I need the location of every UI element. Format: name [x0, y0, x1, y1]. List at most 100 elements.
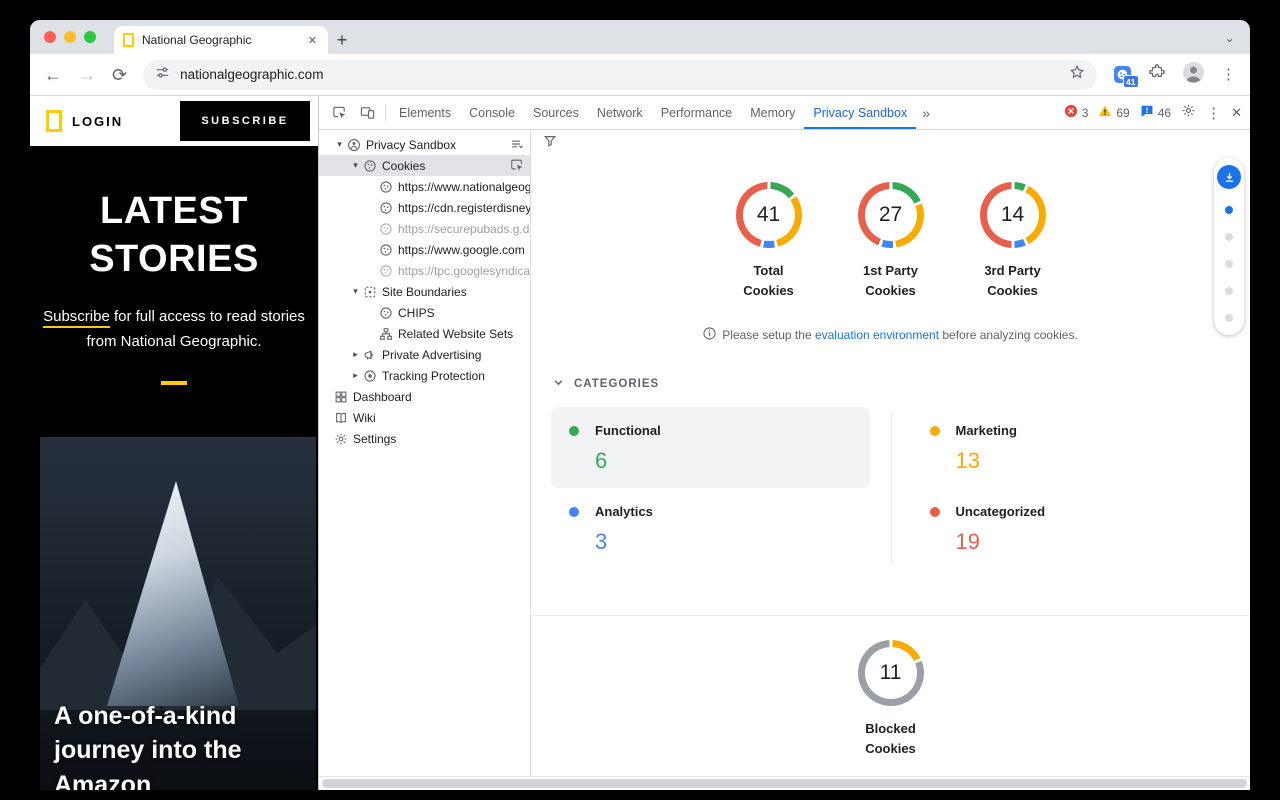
devtools-settings-gear-icon[interactable]	[1181, 103, 1196, 123]
browser-tab[interactable]: National Geographic ✕	[114, 26, 328, 54]
donut-label: Total Cookies	[729, 261, 809, 301]
info-icon	[703, 327, 716, 343]
profile-avatar[interactable]	[1182, 61, 1205, 89]
site-info-icon[interactable]	[155, 65, 170, 85]
devtools-close-icon[interactable]: ✕	[1231, 105, 1242, 121]
tree-item-tracking-protection[interactable]: ▸Tracking Protection	[319, 365, 530, 386]
tree-item-https-securepubads-g-doubleclick-net[interactable]: https://securepubads.g.doubleclick.net	[319, 218, 530, 239]
tree-item-settings[interactable]: Settings	[319, 428, 530, 449]
devtools-tab-sources[interactable]: Sources	[524, 96, 588, 129]
devtools-kebab-icon[interactable]: ⋮	[1206, 104, 1221, 122]
address-bar[interactable]: nationalgeographic.com	[143, 60, 1097, 90]
login-link[interactable]: LOGIN	[72, 114, 123, 129]
devtools-tab-console[interactable]: Console	[460, 96, 524, 129]
category-count: 6	[595, 448, 852, 474]
related-sets-icon	[378, 326, 393, 341]
tree-item-label: https://securepubads.g.doubleclick.net	[398, 222, 530, 236]
evaluation-environment-link[interactable]: evaluation environment	[815, 328, 939, 342]
expander-down-icon[interactable]: ▾	[349, 286, 362, 297]
tab-search-chevron-icon[interactable]: ⌄	[1221, 29, 1238, 46]
tree-item-privacy-sandbox[interactable]: ▾Privacy Sandbox	[319, 134, 530, 155]
expander-right-icon[interactable]: ▸	[349, 370, 362, 381]
category-header: Uncategorized	[930, 504, 1213, 519]
tree-item-label: Site Boundaries	[382, 285, 467, 299]
expander-down-icon[interactable]: ▾	[333, 139, 346, 150]
tree-item-https-www-nationalgeographic-com[interactable]: https://www.nationalgeographic.com	[319, 176, 530, 197]
browser-menu-kebab-icon[interactable]: ⋮	[1221, 67, 1236, 82]
horizontal-scrollbar[interactable]	[319, 776, 1250, 790]
category-marketing[interactable]: Marketing13	[912, 407, 1231, 488]
tree-item-label: https://tpc.googlesyndication.com	[398, 264, 530, 278]
devtools-tab-performance[interactable]: Performance	[652, 96, 742, 129]
warning-count[interactable]: 69	[1098, 104, 1129, 121]
donut-value: 41	[743, 189, 795, 241]
filter-funnel-icon[interactable]	[543, 134, 557, 153]
devtools-tab-elements[interactable]: Elements	[390, 96, 460, 129]
category-dot	[569, 507, 579, 517]
tree-item-label: Settings	[353, 432, 396, 446]
reload-icon[interactable]: ⟳	[112, 66, 127, 84]
tree-item-https-www-google-com[interactable]: https://www.google.com	[319, 239, 530, 260]
url-text[interactable]: nationalgeographic.com	[180, 67, 1059, 82]
inspect-element-icon[interactable]	[325, 96, 353, 129]
device-toolbar-icon[interactable]	[353, 96, 381, 129]
subscribe-button[interactable]: SUBSCRIBE	[180, 101, 310, 141]
privacy-sandbox-extension-icon[interactable]: 41	[1113, 65, 1132, 84]
yellow-divider	[161, 381, 187, 385]
scrollbar-thumb[interactable]	[322, 779, 1247, 788]
devtools-tab-privacy-sandbox[interactable]: Privacy Sandbox	[804, 96, 916, 129]
cookie-icon	[362, 158, 377, 173]
category-uncategorized[interactable]: Uncategorized19	[912, 488, 1231, 569]
expander-right-icon[interactable]: ▸	[349, 349, 362, 360]
bookmark-star-icon[interactable]	[1069, 64, 1085, 85]
chevron-down-icon[interactable]	[553, 377, 564, 391]
rail-dot-2[interactable]	[1225, 260, 1233, 268]
back-icon[interactable]: ←	[44, 66, 62, 84]
tree-item-https-cdn-registerdisney-go-com[interactable]: https://cdn.registerdisney.go.com	[319, 197, 530, 218]
panel-menu-icon[interactable]	[510, 137, 525, 152]
error-count[interactable]: 3	[1064, 104, 1089, 121]
tree-item-private-advertising[interactable]: ▸Private Advertising	[319, 344, 530, 365]
rail-dot-3[interactable]	[1225, 287, 1233, 295]
close-window-button[interactable]	[44, 31, 56, 43]
rail-dot-4[interactable]	[1225, 314, 1233, 322]
natgeo-logo[interactable]	[46, 110, 62, 132]
inspect-icon[interactable]	[510, 158, 525, 173]
donut-value: 14	[987, 189, 1039, 241]
tab-close-icon[interactable]: ✕	[306, 34, 319, 47]
tree-item-site-boundaries[interactable]: ▾ Site Boundaries	[319, 281, 530, 302]
tree-item-related-website-sets[interactable]: Related Website Sets	[319, 323, 530, 344]
more-tabs-icon[interactable]: »	[916, 96, 936, 129]
minimize-window-button[interactable]	[64, 31, 76, 43]
rail-dot-0[interactable]	[1225, 206, 1233, 214]
tree-item-dashboard[interactable]: Dashboard	[319, 386, 530, 407]
category-count: 13	[956, 448, 1213, 474]
tree-item-wiki[interactable]: Wiki	[319, 407, 530, 428]
subscribe-link[interactable]: Subscribe	[43, 308, 110, 328]
issues-count[interactable]: 46	[1140, 104, 1171, 121]
category-dot	[569, 426, 579, 436]
zoom-window-button[interactable]	[84, 31, 96, 43]
tree-item-label: https://cdn.registerdisney.go.com	[398, 201, 530, 215]
expander-down-icon[interactable]: ▾	[349, 160, 362, 171]
note-suffix: before analyzing cookies.	[939, 328, 1078, 342]
new-tab-button[interactable]: +	[328, 26, 356, 54]
tree-item-label: CHIPS	[398, 306, 435, 320]
download-button[interactable]	[1217, 165, 1241, 189]
tree-item-cookies[interactable]: ▾Cookies	[319, 155, 530, 176]
cookie-donuts-row: 41Total Cookies271st Party Cookies143rd …	[531, 182, 1250, 301]
tree-item-https-tpc-googlesyndication-com[interactable]: https://tpc.googlesyndication.com	[319, 260, 530, 281]
forward-icon[interactable]: →	[78, 66, 96, 84]
devtools-tab-memory[interactable]: Memory	[741, 96, 804, 129]
tree-item-chips[interactable]: CHIPS	[319, 302, 530, 323]
hero-image[interactable]: A one-of-a-kind journey into the Amazon	[40, 437, 316, 790]
category-analytics[interactable]: Analytics3	[551, 488, 870, 569]
devtools-tab-network[interactable]: Network	[588, 96, 652, 129]
site-header: LOGIN SUBSCRIBE	[30, 96, 318, 146]
category-count: 3	[595, 529, 852, 555]
rail-dot-1[interactable]	[1225, 233, 1233, 241]
hero-caption[interactable]: A one-of-a-kind journey into the Amazon	[54, 699, 294, 791]
categories-section-header[interactable]: CATEGORIES	[553, 377, 1250, 391]
extensions-puzzle-icon[interactable]	[1148, 63, 1166, 86]
category-functional[interactable]: Functional6	[551, 407, 870, 488]
